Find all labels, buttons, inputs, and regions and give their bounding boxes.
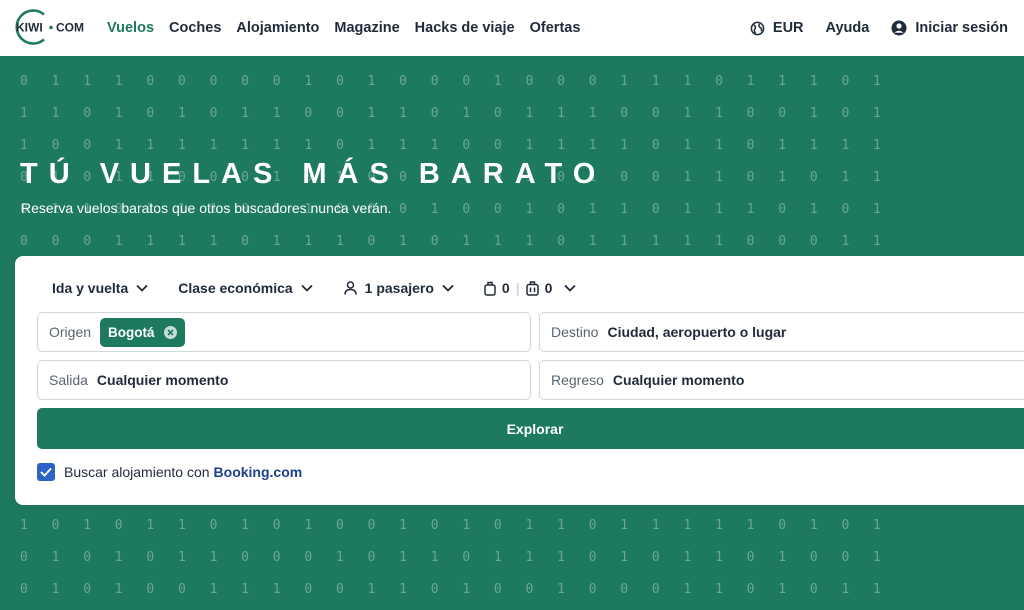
help-link[interactable]: Ayuda xyxy=(826,20,870,36)
binary-row: 1101010110011010111001100101 xyxy=(20,106,881,121)
binary-row: 0101011000101101110101101001 xyxy=(20,550,881,565)
return-value: Cualquier momento xyxy=(612,372,745,388)
cabin-class-dropdown[interactable]: Clase económica xyxy=(178,280,313,296)
hero-title: TÚ VUELAS MÁS BARATO xyxy=(20,158,607,190)
destination-label: Destino xyxy=(551,324,599,340)
kiwi-logo[interactable]: KIWI COM xyxy=(10,8,86,46)
nav-link-hacks[interactable]: Hacks de viaje xyxy=(415,20,515,36)
checkmark-icon xyxy=(40,467,52,477)
cabin-class-label: Clase económica xyxy=(178,280,293,296)
destination-field[interactable]: Destino Ciudad, aeropuerto o lugar xyxy=(539,312,1024,352)
explore-button[interactable]: Explorar xyxy=(37,408,1024,449)
binary-row: 1001111111011100111101101111 xyxy=(20,138,881,153)
help-label: Ayuda xyxy=(825,20,870,36)
currency-selector[interactable]: EUR xyxy=(750,20,804,36)
nav-link-alojamiento[interactable]: Alojamiento xyxy=(236,20,319,36)
nav-link-vuelos[interactable]: Vuelos xyxy=(107,20,154,36)
nav-link-magazine[interactable]: Magazine xyxy=(334,20,399,36)
hero-subtitle: Reserva vuelos baratos que otros buscado… xyxy=(21,200,392,216)
bags-dropdown[interactable]: 0 | 0 xyxy=(484,280,577,296)
origin-label: Origen xyxy=(49,324,92,340)
destination-placeholder: Ciudad, aeropuerto o lugar xyxy=(607,324,787,340)
person-icon xyxy=(343,281,357,295)
nav-right: EUR Ayuda Iniciar sesión xyxy=(728,0,1008,56)
passengers-dropdown[interactable]: 1 pasajero xyxy=(343,280,454,296)
accommodation-text: Buscar alojamiento con xyxy=(64,464,210,480)
remove-origin-icon[interactable] xyxy=(163,325,177,339)
departure-value: Cualquier momento xyxy=(96,372,229,388)
login-button[interactable]: Iniciar sesión xyxy=(891,20,1008,36)
passengers-label: 1 pasajero xyxy=(364,280,434,296)
explore-button-label: Explorar xyxy=(506,420,564,437)
cabin-bag-icon xyxy=(484,281,496,296)
binary-row: 0101001110011010010001101011 xyxy=(20,582,881,597)
svg-text:COM: COM xyxy=(56,21,84,35)
nav-link-coches[interactable]: Coches xyxy=(169,20,221,36)
accommodation-checkbox[interactable] xyxy=(37,463,55,481)
chevron-down-icon xyxy=(301,284,313,292)
return-label: Regreso xyxy=(551,372,604,388)
origin-field[interactable]: Origen Bogotá xyxy=(37,312,531,352)
trip-type-dropdown[interactable]: Ida y vuelta xyxy=(52,280,148,296)
booking-brand-link[interactable]: Booking.com xyxy=(214,464,303,480)
origin-chip-label: Bogotá xyxy=(108,324,155,340)
checked-bag-icon xyxy=(525,280,539,296)
chevron-down-icon xyxy=(136,284,148,292)
chevron-down-icon xyxy=(442,284,454,292)
chevron-down-icon xyxy=(564,284,577,292)
binary-row: 0001111011101011101111100011 xyxy=(20,234,881,249)
user-icon xyxy=(891,20,907,36)
binary-row: 0111000001010001000111011101 xyxy=(20,74,881,89)
bags-divider: | xyxy=(515,280,520,296)
return-date-field[interactable]: Regreso Cualquier momento xyxy=(539,360,1024,400)
login-label: Iniciar sesión xyxy=(915,20,1008,36)
currency-label: EUR xyxy=(772,20,804,36)
accommodation-option: Buscar alojamiento con Booking.com xyxy=(37,463,302,481)
departure-date-field[interactable]: Salida Cualquier momento xyxy=(37,360,531,400)
trip-type-label: Ida y vuelta xyxy=(52,280,129,296)
origin-chip[interactable]: Bogotá xyxy=(100,317,185,347)
checked-bags-count: 0 xyxy=(544,280,553,296)
nav-link-ofertas[interactable]: Ofertas xyxy=(530,20,581,36)
cabin-bags-count: 0 xyxy=(501,280,510,296)
search-options-bar: Ida y vuelta Clase económica 1 pasajero … xyxy=(36,272,577,304)
top-nav: KIWI COM Vuelos Coches Alojamiento Magaz… xyxy=(0,0,1024,56)
svg-text:KIWI: KIWI xyxy=(16,21,43,35)
main-nav-links: Vuelos Coches Alojamiento Magazine Hacks… xyxy=(107,0,580,56)
departure-label: Salida xyxy=(49,372,88,388)
binary-row: 1010110101001010110111110101 xyxy=(20,518,881,533)
globe-icon xyxy=(750,21,765,35)
